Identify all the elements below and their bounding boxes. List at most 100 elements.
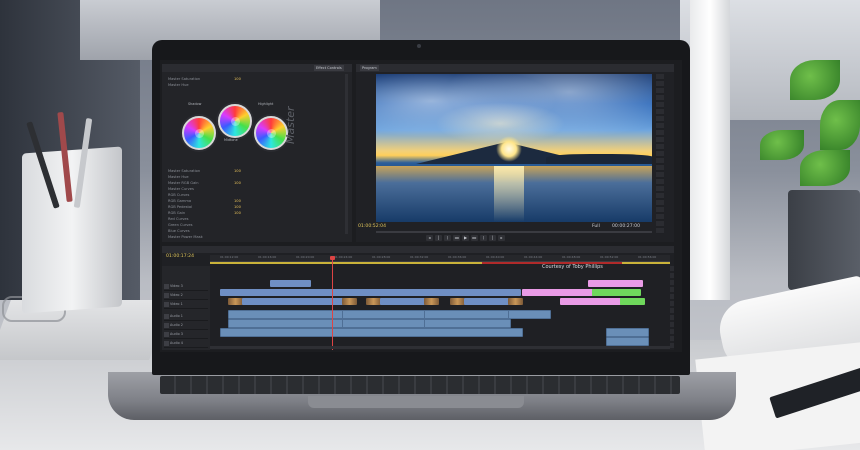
ruler-tick: 01:00:48:00 <box>562 255 581 259</box>
midtone-wheel[interactable] <box>218 104 252 138</box>
top-panels: Effect Controls Master Saturation 100 Mas… <box>160 60 682 242</box>
timeline-clip[interactable] <box>270 280 311 287</box>
leaf <box>760 130 804 160</box>
leaf <box>800 150 850 186</box>
shadow-wheel[interactable] <box>182 116 216 150</box>
audio-clip[interactable] <box>342 319 427 328</box>
timeline-clip-thumbnail[interactable] <box>508 298 523 305</box>
horizontal-scrollbar[interactable] <box>210 346 670 349</box>
timeline-clip[interactable] <box>588 280 643 287</box>
ruler-tick: 01:00:40:00 <box>486 255 505 259</box>
track-header-audio-3[interactable]: Audio 3 <box>164 330 208 339</box>
mark-in-button[interactable]: ◂ <box>426 235 433 241</box>
timeline-clip[interactable] <box>620 298 645 305</box>
playhead[interactable] <box>332 258 333 350</box>
track-header-audio-1[interactable]: Audio 1 <box>164 312 208 321</box>
wheel-label: Midtone <box>224 138 238 142</box>
leaf <box>820 100 860 150</box>
step-forward-button[interactable]: ▸▸ <box>471 235 478 241</box>
audio-clip[interactable] <box>606 328 649 337</box>
sun <box>496 136 522 162</box>
timeline-clip-thumbnail[interactable] <box>228 298 243 305</box>
ruler-tick: 01:00:44:00 <box>524 255 543 259</box>
wheel-label: Highlight <box>258 102 274 106</box>
timeline-clip-thumbnail[interactable] <box>424 298 439 305</box>
monitor-fit-select[interactable]: Full <box>592 224 600 229</box>
audio-clip[interactable] <box>228 310 345 319</box>
ruler-tick: 01:00:32:00 <box>410 255 429 259</box>
audio-clip[interactable] <box>220 328 523 337</box>
transport-controls: ◂ | ⟨ ◂◂ ▶ ▸▸ ⟩ | ▸ <box>426 235 606 241</box>
sun-reflection <box>494 166 524 222</box>
track-header-video-1[interactable]: Video 1 <box>164 300 208 309</box>
timeline-clip-thumbnail[interactable] <box>342 298 357 305</box>
wheel-label: Shadow <box>188 102 202 106</box>
timeline-toolbar[interactable] <box>670 266 674 350</box>
ruler-tick: 01:00:36:00 <box>448 255 467 259</box>
tree-item[interactable]: Master Power Mask <box>168 234 258 240</box>
track-header-audio-4[interactable]: Audio 4 <box>164 339 208 348</box>
highlight-wheel[interactable] <box>254 116 288 150</box>
audio-clip[interactable] <box>606 337 649 346</box>
timeline-clip[interactable] <box>592 289 641 296</box>
speaker-icon[interactable] <box>164 331 169 337</box>
step-back-button[interactable]: ◂◂ <box>453 235 460 241</box>
track-header-video-3[interactable]: Video 3 <box>164 282 208 291</box>
audio-clip[interactable] <box>228 319 345 328</box>
timeline-clip-thumbnail[interactable] <box>450 298 465 305</box>
monitor-toolbar[interactable] <box>656 74 664 234</box>
speaker-icon[interactable] <box>164 322 169 328</box>
timeline-current-time[interactable]: 01:00:17:24 <box>166 254 194 259</box>
timeline-clip[interactable] <box>464 298 509 305</box>
time-ruler[interactable]: 01:00:12:00 01:00:16:00 01:00:20:00 01:0… <box>210 255 670 262</box>
timeline-clip[interactable] <box>242 298 343 305</box>
panel-tabs: Effect Controls <box>162 64 352 72</box>
mark-out-button[interactable]: | <box>435 235 442 241</box>
touchpad <box>308 396 524 408</box>
go-to-in-button[interactable]: ⟨ <box>444 235 451 241</box>
speaker-icon[interactable] <box>164 313 169 319</box>
tab-program[interactable]: Program <box>360 65 379 71</box>
timeline-clip[interactable] <box>220 289 521 296</box>
speaker-icon[interactable] <box>164 340 169 346</box>
timeline-clip[interactable] <box>522 289 593 296</box>
ruler-tick: 01:00:20:00 <box>296 255 315 259</box>
tab-metadata[interactable] <box>282 65 286 71</box>
eye-icon[interactable] <box>164 292 169 298</box>
monitor-tabs: Program <box>356 64 674 72</box>
ruler-tick: 01:00:28:00 <box>372 255 391 259</box>
lift-button[interactable]: | <box>489 235 496 241</box>
keyboard <box>160 376 680 394</box>
program-monitor: Program 01:00:52:04 Full 00:00:27:00 ◂ |… <box>356 64 674 242</box>
monitor-timecode-current[interactable]: 01:00:52:04 <box>358 224 386 229</box>
ruler-tick: 01:00:12:00 <box>220 255 239 259</box>
vertical-scrollbar[interactable] <box>345 74 348 234</box>
eye-icon[interactable] <box>164 301 169 307</box>
leaf <box>790 60 840 100</box>
tree-item[interactable]: Master Hue <box>168 82 258 88</box>
tab-effect-controls[interactable]: Effect Controls <box>314 65 344 71</box>
track-header-audio-2[interactable]: Audio 2 <box>164 321 208 330</box>
editor-screen: Effect Controls Master Saturation 100 Mas… <box>160 60 682 352</box>
audio-clip[interactable] <box>342 310 427 319</box>
timeline-tabs <box>162 246 674 253</box>
pencil-cup <box>22 146 122 314</box>
track-area <box>210 266 670 350</box>
ruler-tick: 01:00:52:00 <box>600 255 619 259</box>
track-headers: Video 3 Video 2 Video 1 Audio 1 Audio 2 … <box>162 266 210 350</box>
audio-clip[interactable] <box>424 319 511 328</box>
monitor-scrubber[interactable] <box>376 231 652 233</box>
timeline-clip[interactable] <box>560 298 621 305</box>
audio-clip[interactable] <box>424 310 511 319</box>
timeline-clip[interactable] <box>380 298 425 305</box>
timeline-clip-thumbnail[interactable] <box>366 298 381 305</box>
track-header-video-2[interactable]: Video 2 <box>164 291 208 300</box>
video-frame <box>376 74 652 222</box>
camera-icon <box>417 44 421 48</box>
export-frame-button[interactable]: ▸ <box>498 235 505 241</box>
go-to-out-button[interactable]: ⟩ <box>480 235 487 241</box>
audio-clip[interactable] <box>508 310 551 319</box>
tower-model <box>690 0 730 300</box>
play-button[interactable]: ▶ <box>462 235 469 241</box>
eye-icon[interactable] <box>164 283 169 289</box>
